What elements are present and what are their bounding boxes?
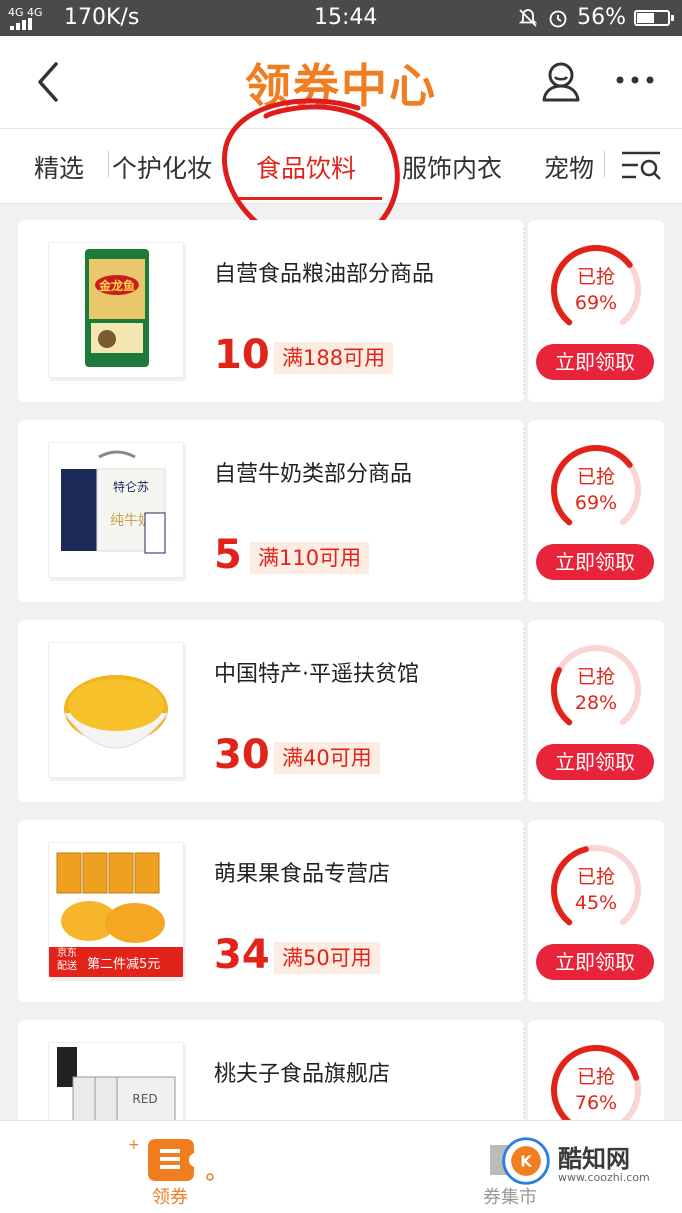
claimed-percent: 69% [574, 292, 618, 314]
site-watermark: K 酷知网 www.coozhi.com [500, 1133, 660, 1193]
coupon-card: 金龙鱼 自营食品粮油部分商品 10 满188可用 已抢 69% 立即领取 [18, 220, 664, 402]
perforation-line [523, 428, 525, 594]
shop-name: 桃夫子食品旗舰店 [214, 1062, 391, 1087]
battery-percent: 56% [577, 5, 626, 30]
clock: 15:44 [314, 5, 378, 30]
coupon-card: 中国特产·平遥扶贫馆 30 满40可用 已抢 28% 立即领取 [18, 620, 664, 802]
svg-text:K: K [520, 1153, 532, 1171]
tab-clothing[interactable]: 服饰内衣 [402, 149, 502, 185]
top-header: 领券中心 [0, 36, 682, 129]
shop-name: 萌果果食品专营店 [214, 862, 391, 887]
watermark-logo-icon: K [502, 1137, 550, 1185]
coupon-condition: 满188可用 [274, 342, 394, 374]
claimed-status: 已抢 28% [546, 664, 646, 716]
claimed-status: 已抢 69% [546, 464, 646, 516]
canned-peach-image: 京东 配送 第二件减5元 [48, 842, 184, 978]
mute-bell-icon [518, 8, 538, 27]
claimed-percent: 28% [574, 692, 618, 714]
coupon-body[interactable]: 特仑苏 纯牛奶 自营牛奶类部分商品 5 满110可用 [18, 420, 524, 602]
filter-list-icon[interactable] [620, 147, 664, 183]
coupon-icon: + [128, 1137, 214, 1181]
alarm-icon [549, 10, 567, 27]
more-dots-icon[interactable] [612, 60, 658, 100]
nav-item-coupons[interactable]: + 领券 [120, 1131, 220, 1213]
claim-button[interactable]: 立即领取 [536, 344, 654, 380]
network-speed: 170K/s [64, 5, 140, 30]
svg-text:特仑苏: 特仑苏 [113, 479, 149, 494]
shop-name: 中国特产·平遥扶贫馆 [214, 662, 419, 687]
user-icon[interactable] [538, 58, 584, 104]
coupon-condition: 满40可用 [274, 742, 380, 774]
tab-pets[interactable]: 宠物 [544, 149, 594, 185]
svg-text:金龙鱼: 金龙鱼 [98, 278, 135, 293]
tab-divider [604, 151, 605, 177]
category-tabs: 精选 个护化妆 食品饮料 服饰内衣 宠物 [0, 129, 682, 204]
shop-name: 自营食品粮油部分商品 [214, 262, 435, 287]
battery-icon [634, 9, 674, 26]
coupon-claim-area: 已抢 45% 立即领取 [528, 820, 664, 1002]
image-tag-left: 京东 配送 [57, 948, 77, 972]
status-right: 56% [517, 5, 674, 30]
signal-bars-icon [10, 18, 32, 30]
tab-divider [108, 151, 109, 177]
claimed-status: 已抢 45% [546, 864, 646, 916]
coupon-condition: 满110可用 [250, 542, 370, 574]
watermark-text: 酷知网 [558, 1145, 630, 1173]
perforation-line [523, 628, 525, 794]
claim-button[interactable]: 立即领取 [536, 944, 654, 980]
image-tag-right: 第二件减5元 [87, 957, 161, 972]
coupon-amount: 30 [214, 732, 270, 778]
milk-box-image: 特仑苏 纯牛奶 [48, 442, 184, 578]
claimed-percent: 76% [574, 1092, 618, 1114]
coupon-claim-area: 已抢 28% 立即领取 [528, 620, 664, 802]
coupon-body[interactable]: 中国特产·平遥扶贫馆 30 满40可用 [18, 620, 524, 802]
shop-name: 自营牛奶类部分商品 [214, 462, 413, 487]
claimed-status: 已抢 76% [546, 1064, 646, 1116]
status-bar: 4G 4G 170K/s 15:44 56% [0, 0, 682, 36]
svg-text:+: + [128, 1137, 140, 1153]
coupon-claim-area: 已抢 69% 立即领取 [528, 220, 664, 402]
tab-food-drink[interactable]: 食品饮料 [256, 149, 368, 185]
claim-button[interactable]: 立即领取 [536, 744, 654, 780]
watermark-url: www.coozhi.com [558, 1171, 650, 1184]
coupon-claim-area: 已抢 69% 立即领取 [528, 420, 664, 602]
active-tab-indicator [236, 197, 382, 200]
coupon-body[interactable]: 京东 配送 第二件减5元 萌果果食品专营店 34 满50可用 [18, 820, 524, 1002]
claimed-percent: 69% [574, 492, 618, 514]
coupon-amount: 10 [214, 332, 270, 378]
claimed-percent: 45% [574, 892, 618, 914]
tab-personal-care[interactable]: 个护化妆 [112, 149, 212, 185]
coupon-card: 特仑苏 纯牛奶 自营牛奶类部分商品 5 满110可用 已抢 69% 立即领取 [18, 420, 664, 602]
coupon-amount: 5 [214, 532, 242, 578]
millet-bowl-image [48, 642, 184, 778]
svg-text:RED: RED [132, 1092, 157, 1106]
coupon-card: 京东 配送 第二件减5元 萌果果食品专营店 34 满50可用 已抢 45% 立即… [18, 820, 664, 1002]
coupon-amount: 34 [214, 932, 270, 978]
signal-indicator: 4G 4G [8, 7, 43, 30]
perforation-line [523, 228, 525, 394]
bottom-nav: + 领券 券集市 K 酷知网 www.coozhi.com [0, 1120, 682, 1213]
coupon-body[interactable]: 金龙鱼 自营食品粮油部分商品 10 满188可用 [18, 220, 524, 402]
claimed-status: 已抢 69% [546, 264, 646, 316]
tab-featured[interactable]: 精选 [34, 149, 84, 185]
perforation-line [523, 828, 525, 994]
rice-bag-image: 金龙鱼 [48, 242, 184, 378]
coupon-condition: 满50可用 [274, 942, 380, 974]
claim-button[interactable]: 立即领取 [536, 544, 654, 580]
nav-label: 领券 [152, 1187, 188, 1208]
